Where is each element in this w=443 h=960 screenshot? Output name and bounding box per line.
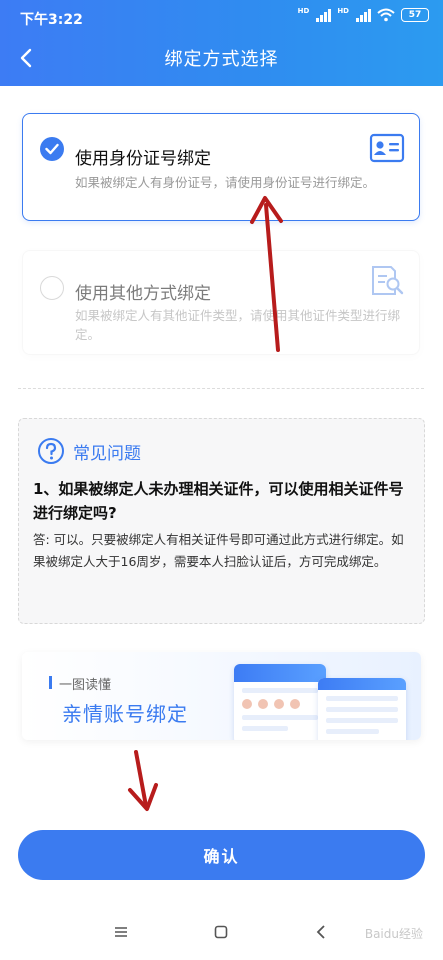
question-icon <box>38 438 64 464</box>
faq-answer: 答: 可以。只要被绑定人有相关证件号即可通过此方式进行绑定。如果被绑定人大于16… <box>33 532 404 569</box>
annotation-arrow-down-icon <box>128 750 158 811</box>
option-description: 如果被绑定人有身份证号，请使用身份证号进行绑定。 <box>75 175 376 190</box>
option-title: 使用身份证号绑定 <box>75 149 211 169</box>
back-nav-icon[interactable] <box>306 920 336 944</box>
option-id-card[interactable]: 使用身份证号绑定 如果被绑定人有身份证号，请使用身份证号进行绑定。 <box>22 113 420 221</box>
faq-title: 常见问题 <box>73 443 141 464</box>
status-time: 下午3:22 <box>20 12 83 28</box>
signal-icon-2 <box>356 8 371 22</box>
battery-icon: 57 <box>401 8 429 22</box>
status-bar: 下午3:22 HD HD 57 <box>0 0 443 36</box>
option-description: 如果被绑定人有其他证件类型，请使用其他证件类型进行绑定。 <box>75 308 401 342</box>
dashed-divider <box>18 388 424 389</box>
faq-header: 常见问题 <box>37 437 141 465</box>
phone-mockup-image-2 <box>318 678 406 740</box>
guide-banner[interactable]: 一图读懂 亲情账号绑定 <box>22 652 421 740</box>
phone-mockup-image <box>234 664 326 740</box>
wifi-icon <box>377 8 395 22</box>
confirm-button[interactable]: 确认 <box>18 830 425 880</box>
page-title: 绑定方式选择 <box>164 49 279 70</box>
home-icon[interactable] <box>206 920 236 944</box>
banner-accent-bar <box>49 676 52 689</box>
faq-panel: 常见问题 1、如果被绑定人未办理相关证件，可以使用相关证件号进行绑定吗? 答: … <box>18 418 425 624</box>
watermark-text: Baidu经验 <box>364 927 423 941</box>
menu-icon[interactable] <box>106 920 136 944</box>
radio-checked-icon[interactable] <box>40 137 64 161</box>
status-icons: HD HD 57 <box>298 8 429 22</box>
nav-bar: 绑定方式选择 <box>0 36 443 80</box>
app-header: 下午3:22 HD HD 57 绑定方式选择 <box>0 0 443 86</box>
option-other-method[interactable]: 使用其他方式绑定 如果被绑定人有其他证件类型，请使用其他证件类型进行绑定。 <box>22 250 420 355</box>
radio-unchecked-icon[interactable] <box>40 276 64 300</box>
banner-subtitle: 一图读懂 <box>59 678 112 693</box>
id-card-icon <box>369 133 405 163</box>
option-title: 使用其他方式绑定 <box>75 284 211 304</box>
signal-icon <box>316 8 332 22</box>
banner-title: 亲情账号绑定 <box>62 702 188 726</box>
faq-question: 1、如果被绑定人未办理相关证件，可以使用相关证件号进行绑定吗? <box>33 480 404 522</box>
battery-level: 57 <box>408 10 422 20</box>
signal-hd-label: HD <box>297 7 310 15</box>
signal-hd-label-2: HD <box>337 7 349 15</box>
document-search-icon <box>372 266 404 295</box>
